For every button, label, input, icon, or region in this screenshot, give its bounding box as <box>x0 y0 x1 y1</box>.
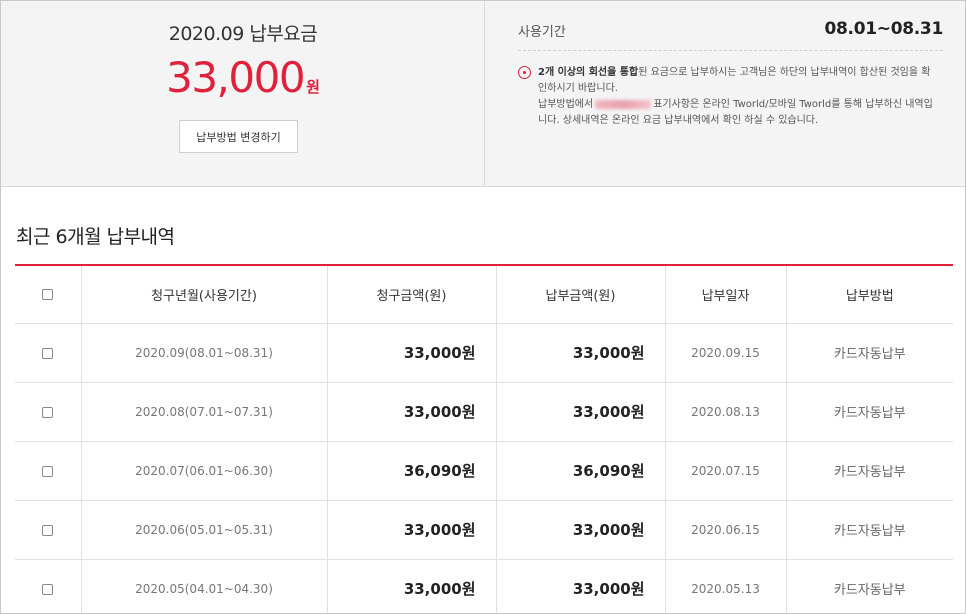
table-row: 2020.06(05.01~05.31) 33,000원 33,000원 202… <box>15 500 953 560</box>
bill-amount-unit: 원 <box>306 78 320 96</box>
bill-amount: 33,000 원 <box>1 53 485 102</box>
table-row: 2020.07(06.01~06.30) 36,090원 36,090원 202… <box>15 441 953 501</box>
row-checkbox[interactable] <box>42 465 54 477</box>
payment-date: 2020.08.13 <box>665 382 787 442</box>
table-header-row: 청구년월(사용기간) 청구금액(원) 납부금액(원) 납부일자 납부방법 <box>15 266 953 324</box>
billed-amount: 36,090원 <box>327 441 497 501</box>
billed-amount: 33,000원 <box>327 382 497 442</box>
notice-box: 2개 이상의 회선을 통합된 요금으로 납부하시는 고객님은 하단의 납부내역이… <box>518 65 938 129</box>
payment-method: 카드자동납부 <box>786 323 953 383</box>
billing-month: 2020.05(04.01~04.30) <box>81 559 328 613</box>
billed-amount: 33,000원 <box>327 500 497 560</box>
paid-amount: 36,090원 <box>496 441 666 501</box>
redacted-text <box>595 99 652 109</box>
select-all-checkbox[interactable] <box>42 288 54 300</box>
select-all-cell <box>15 266 82 324</box>
bill-summary: 2020.09 납부요금 33,000 원 납부방법 변경하기 <box>1 1 485 186</box>
payment-page: 2020.09 납부요금 33,000 원 납부방법 변경하기 사용기간 08.0… <box>0 0 966 614</box>
paid-amount: 33,000원 <box>496 500 666 560</box>
payment-method: 카드자동납부 <box>786 559 953 613</box>
payment-summary-panel: 2020.09 납부요금 33,000 원 납부방법 변경하기 사용기간 08.0… <box>1 1 965 187</box>
info-icon <box>518 66 531 79</box>
row-checkbox[interactable] <box>42 524 54 536</box>
payment-date: 2020.09.15 <box>665 323 787 383</box>
row-select-cell <box>15 500 82 560</box>
column-header[interactable]: 청구년월(사용기간) <box>81 266 328 324</box>
row-select-cell <box>15 323 82 383</box>
row-select-cell <box>15 441 82 501</box>
column-header[interactable]: 납부금액(원) <box>496 266 666 324</box>
history-title: 최근 6개월 납부내역 <box>16 226 175 248</box>
payment-date: 2020.05.13 <box>665 559 787 613</box>
payment-method: 카드자동납부 <box>786 382 953 442</box>
usage-period-value: 08.01~08.31 <box>824 19 944 39</box>
usage-period-label: 사용기간 <box>518 25 566 40</box>
row-checkbox[interactable] <box>42 406 54 418</box>
table-row: 2020.05(04.01~04.30) 33,000원 33,000원 202… <box>15 559 953 613</box>
bill-amount-value: 33,000 <box>166 53 305 102</box>
payment-method: 카드자동납부 <box>786 500 953 560</box>
column-header[interactable]: 청구금액(원) <box>327 266 497 324</box>
billing-month: 2020.09(08.01~08.31) <box>81 323 328 383</box>
bill-title: 2020.09 납부요금 <box>168 23 318 45</box>
billing-month: 2020.06(05.01~05.31) <box>81 500 328 560</box>
notice-text-2: 납부방법에서 표기사항은 온라인 Tworld/모바일 Tworld를 통해 납부… <box>518 97 938 129</box>
row-checkbox[interactable] <box>42 347 54 359</box>
usage-period-row: 사용기간 08.01~08.31 <box>518 19 943 51</box>
payment-date: 2020.07.15 <box>665 441 787 501</box>
payment-date: 2020.06.15 <box>665 500 787 560</box>
change-payment-method-button[interactable]: 납부방법 변경하기 <box>179 120 298 153</box>
billing-month: 2020.08(07.01~07.31) <box>81 382 328 442</box>
paid-amount: 33,000원 <box>496 382 666 442</box>
column-header[interactable]: 납부방법 <box>786 266 953 324</box>
notice-text-1: 2개 이상의 회선을 통합된 요금으로 납부하시는 고객님은 하단의 납부내역이… <box>518 65 938 97</box>
notice-line2-a: 납부방법에서 <box>538 99 594 110</box>
table-row: 2020.08(07.01~07.31) 33,000원 33,000원 202… <box>15 382 953 442</box>
billing-month: 2020.07(06.01~06.30) <box>81 441 328 501</box>
row-select-cell <box>15 559 82 613</box>
row-checkbox[interactable] <box>42 583 54 595</box>
paid-amount: 33,000원 <box>496 323 666 383</box>
column-header[interactable]: 납부일자 <box>665 266 787 324</box>
row-select-cell <box>15 382 82 442</box>
table-row: 2020.09(08.01~08.31) 33,000원 33,000원 202… <box>15 323 953 383</box>
paid-amount: 33,000원 <box>496 559 666 613</box>
billed-amount: 33,000원 <box>327 323 497 383</box>
notice-bold: 2개 이상의 회선을 통합 <box>538 67 639 78</box>
payment-method: 카드자동납부 <box>786 441 953 501</box>
payment-history-table: 청구년월(사용기간) 청구금액(원) 납부금액(원) 납부일자 납부방법 202… <box>15 264 953 613</box>
usage-info: 사용기간 08.01~08.31 2개 이상의 회선을 통합된 요금으로 납부하… <box>486 1 965 186</box>
billed-amount: 33,000원 <box>327 559 497 613</box>
